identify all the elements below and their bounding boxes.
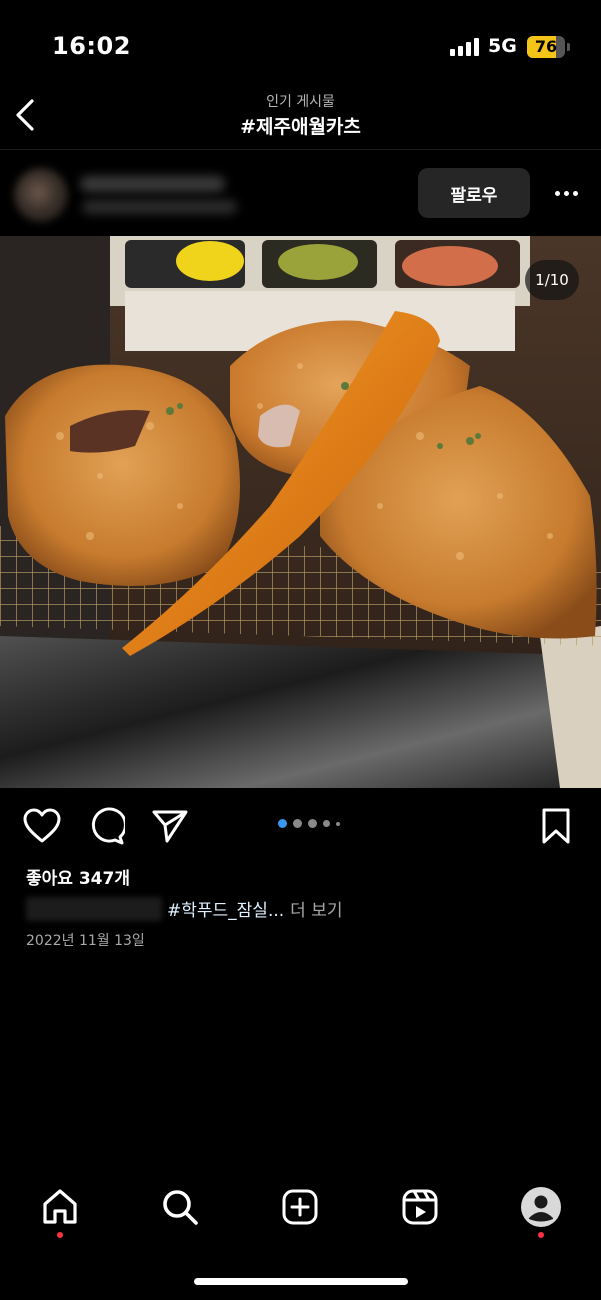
status-time: 16:02 bbox=[52, 32, 131, 60]
nav-create[interactable] bbox=[277, 1184, 323, 1230]
nav-search[interactable] bbox=[157, 1184, 203, 1230]
page-title: #제주애월카츠 bbox=[240, 116, 361, 138]
carousel-dot bbox=[293, 819, 302, 828]
home-indicator bbox=[194, 1278, 408, 1285]
nav-reels[interactable] bbox=[397, 1184, 443, 1230]
bookmark-icon bbox=[542, 808, 570, 844]
nav-profile[interactable] bbox=[518, 1184, 564, 1230]
network-label: 5G bbox=[488, 35, 517, 57]
battery-level: 76 bbox=[534, 37, 558, 56]
profile-notification-dot bbox=[538, 1232, 544, 1238]
avatar[interactable] bbox=[14, 168, 68, 222]
header-subtitle: 인기 게시물 bbox=[266, 94, 335, 110]
search-icon bbox=[163, 1190, 198, 1225]
caption[interactable]: #학푸드_잠실... 더 보기 bbox=[26, 896, 342, 921]
battery-icon: 76 bbox=[527, 36, 565, 58]
food-photo bbox=[0, 236, 601, 788]
post-image[interactable]: 1/10 bbox=[0, 236, 601, 788]
image-counter: 1/10 bbox=[525, 260, 579, 300]
see-more-link[interactable]: 더 보기 bbox=[290, 896, 342, 921]
post-header: 팔로우 bbox=[0, 150, 601, 236]
status-bar: 16:02 5G 76 bbox=[0, 0, 601, 95]
save-button[interactable] bbox=[536, 806, 576, 846]
caption-hashtag[interactable]: #학푸드_잠실... bbox=[167, 896, 284, 921]
signal-icon bbox=[450, 38, 479, 56]
home-icon bbox=[43, 1189, 77, 1224]
comment-icon bbox=[91, 807, 125, 845]
user-subtitle-blurred bbox=[82, 200, 237, 214]
carousel-dot bbox=[323, 820, 330, 827]
like-count[interactable]: 좋아요 347개 bbox=[26, 864, 130, 889]
nav-home[interactable] bbox=[37, 1184, 83, 1230]
profile-icon bbox=[521, 1187, 561, 1227]
username-blurred[interactable] bbox=[80, 176, 225, 192]
share-icon bbox=[152, 810, 188, 843]
home-notification-dot bbox=[57, 1232, 63, 1238]
carousel-dot bbox=[308, 819, 317, 828]
share-button[interactable] bbox=[150, 806, 190, 846]
ellipsis-icon bbox=[554, 190, 560, 196]
bottom-nav bbox=[0, 1170, 601, 1250]
comment-button[interactable] bbox=[86, 806, 126, 846]
like-button[interactable] bbox=[22, 806, 62, 846]
ellipsis-dot bbox=[572, 190, 578, 196]
carousel-indicator bbox=[278, 819, 340, 828]
follow-button[interactable]: 팔로우 bbox=[418, 168, 530, 218]
carousel-dot bbox=[336, 821, 340, 826]
reels-icon bbox=[402, 1189, 438, 1225]
caption-username-blurred[interactable] bbox=[26, 896, 162, 921]
post-date: 2022년 11월 13일 bbox=[26, 933, 145, 949]
battery-tip bbox=[567, 43, 570, 51]
more-options-button[interactable] bbox=[548, 178, 584, 208]
ellipsis-dot bbox=[563, 190, 569, 196]
action-bar bbox=[0, 788, 601, 866]
create-icon bbox=[282, 1189, 318, 1225]
page-header: 인기 게시물 #제주애월카츠 bbox=[0, 85, 601, 150]
carousel-dot-active bbox=[278, 819, 287, 828]
heart-icon bbox=[23, 808, 61, 843]
